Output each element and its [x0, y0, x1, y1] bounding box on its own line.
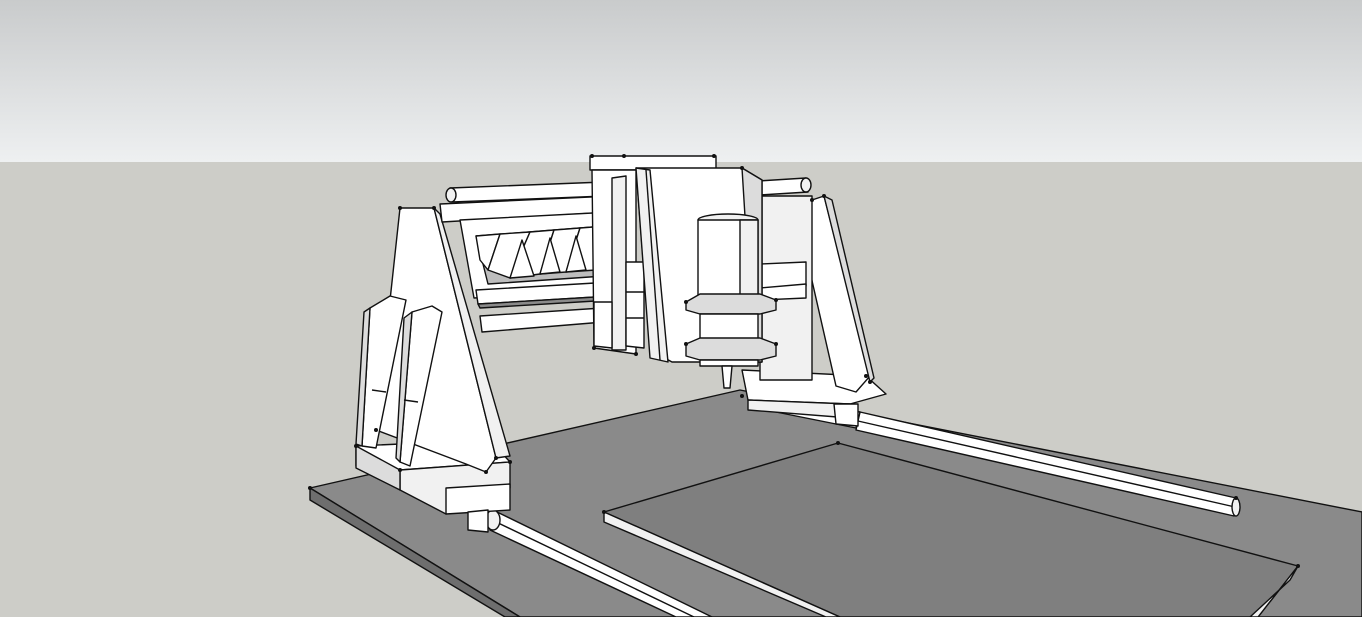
gantry-truss-beam	[459, 211, 613, 309]
cnc-router-model[interactable]	[0, 0, 1362, 617]
3d-model-viewport[interactable]	[0, 0, 1362, 617]
